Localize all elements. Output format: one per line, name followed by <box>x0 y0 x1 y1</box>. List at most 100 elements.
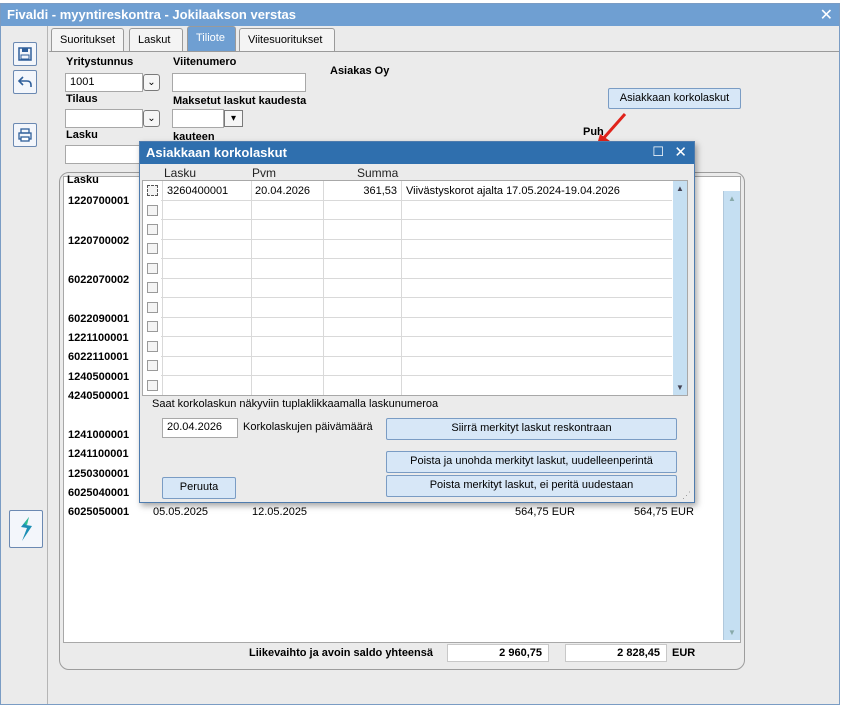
viitenumero-field[interactable] <box>172 73 306 92</box>
table-cell-date: 05.05.2025 <box>153 506 209 518</box>
total-liikevaihto: 2 960,75 <box>447 644 549 662</box>
chevron-down-icon[interactable]: ▾ <box>224 110 243 127</box>
table-row-lasku[interactable]: 1240500001 <box>68 371 129 383</box>
column-divider <box>323 181 324 395</box>
row-divider <box>161 278 672 279</box>
dialog-titlebar: Asiakkaan korkolaskut ☐ ✕ <box>140 142 694 164</box>
poista-unohda-button[interactable]: Poista ja unohda merkityt laskut, uudell… <box>386 451 677 473</box>
tab-divider <box>49 51 839 52</box>
dialog-title: Asiakkaan korkolaskut <box>146 145 287 160</box>
table-row-lasku[interactable]: 1221100001 <box>68 332 129 344</box>
tilaus-label: Tilaus <box>66 93 98 105</box>
yritystunnus-label: Yritystunnus <box>66 56 134 68</box>
dialog-row-lasku[interactable]: 3260400001 <box>167 185 228 197</box>
chevron-down-icon[interactable]: ⌄ <box>143 110 160 127</box>
left-toolbar <box>1 26 48 704</box>
row-divider <box>161 356 672 357</box>
window-title: Fivaldi - myyntireskontra - Jokilaakson … <box>7 7 297 22</box>
total-currency: EUR <box>672 647 696 659</box>
dialog-header-pvm: Pvm <box>252 166 276 180</box>
dialog-header-lasku: Lasku <box>164 166 197 180</box>
table-header-lasku: Lasku <box>67 174 99 186</box>
tab-tiliote[interactable]: Tiliote <box>187 26 236 51</box>
viitenumero-label: Viitenumero <box>173 56 237 68</box>
close-icon[interactable]: ✕ <box>674 143 687 161</box>
dialog-row-summa: 361,53 <box>363 185 397 197</box>
korkolaskut-dialog: Asiakkaan korkolaskut ☐ ✕ Lasku Pvm Summ… <box>139 141 695 503</box>
table-row-lasku[interactable]: 6025050001 <box>68 506 129 518</box>
table-row-lasku[interactable]: 1241000001 <box>68 429 129 441</box>
table-row-lasku[interactable]: 1250300001 <box>68 468 129 480</box>
row-checkbox[interactable] <box>147 243 158 254</box>
dialog-scrollbar[interactable]: ▲ ▼ <box>673 181 687 395</box>
window-titlebar: Fivaldi - myyntireskontra - Jokilaakson … <box>1 4 839 26</box>
row-checkbox[interactable] <box>147 185 158 196</box>
column-divider <box>162 181 163 395</box>
table-row-lasku[interactable]: 6022070002 <box>68 274 129 286</box>
korkolasku-date-field[interactable]: 20.04.2026 <box>162 418 238 438</box>
poista-button[interactable]: Poista merkityt laskut, ei peritä uudest… <box>386 475 677 497</box>
row-divider <box>161 297 672 298</box>
tab-laskut[interactable]: Laskut <box>129 28 183 51</box>
table-cell-amount: 564,75 EUR <box>634 506 694 518</box>
row-divider <box>161 336 672 337</box>
siirra-button[interactable]: Siirrä merkityt laskut reskontraan <box>386 418 677 440</box>
tab-viitesuoritukset[interactable]: Viitesuoritukset <box>239 28 335 51</box>
scroll-up-icon[interactable]: ▲ <box>676 184 684 193</box>
row-checkbox[interactable] <box>147 224 158 235</box>
maximize-icon[interactable]: ☐ <box>652 144 664 160</box>
table-row-lasku[interactable]: 6022090001 <box>68 313 129 325</box>
row-checkbox[interactable] <box>147 360 158 371</box>
scroll-up-icon[interactable]: ▲ <box>728 194 736 203</box>
print-icon[interactable] <box>13 123 37 147</box>
row-checkbox[interactable] <box>147 321 158 332</box>
korkolaskut-table: 3260400001 20.04.2026 361,53 Viivästysko… <box>142 180 688 396</box>
undo-icon[interactable] <box>13 70 37 94</box>
tab-suoritukset[interactable]: Suoritukset <box>51 28 124 51</box>
resize-grip-icon[interactable]: ⋰ <box>682 490 691 501</box>
table-row-lasku[interactable]: 6022110001 <box>68 351 129 363</box>
dialog-header-summa: Summa <box>357 166 399 180</box>
save-icon[interactable] <box>13 42 37 66</box>
row-divider <box>161 317 672 318</box>
table-cell-amount: 564,75 EUR <box>515 506 575 518</box>
close-icon[interactable]: ✕ <box>820 5 833 25</box>
app-logo-icon[interactable] <box>9 510 43 548</box>
table-row-lasku[interactable]: 1220700002 <box>68 235 129 247</box>
yritystunnus-field[interactable]: 1001 <box>65 73 143 92</box>
tilaus-field[interactable] <box>65 109 143 128</box>
date-label: Korkolaskujen päivämäärä <box>243 421 373 433</box>
row-checkbox[interactable] <box>147 380 158 391</box>
table-row-lasku[interactable]: 4240500001 <box>68 390 129 402</box>
table-row-lasku[interactable]: 1220700001 <box>68 195 129 207</box>
total-label: Liikevaihto ja avoin saldo yhteensä <box>249 647 434 659</box>
korkolaskut-button[interactable]: Asiakkaan korkolaskut <box>608 88 741 109</box>
table-row-lasku[interactable]: 1241100001 <box>68 448 129 460</box>
column-divider <box>401 181 402 395</box>
peruuta-button[interactable]: Peruuta <box>162 477 236 499</box>
row-checkbox[interactable] <box>147 282 158 293</box>
kaudesta-field[interactable] <box>172 109 224 128</box>
lasku-field[interactable] <box>65 145 143 164</box>
scroll-down-icon[interactable]: ▼ <box>728 628 736 637</box>
scroll-down-icon[interactable]: ▼ <box>676 383 684 392</box>
table-scrollbar[interactable]: ▲ ▼ <box>723 191 740 640</box>
row-checkbox[interactable] <box>147 302 158 313</box>
dialog-row-selite: Viivästyskorot ajalta 17.05.2024-19.04.2… <box>406 185 620 197</box>
row-divider <box>161 239 672 240</box>
row-divider <box>161 258 672 259</box>
total-saldo: 2 828,45 <box>565 644 667 662</box>
row-divider <box>161 375 672 376</box>
table-row-lasku[interactable]: 6025040001 <box>68 487 129 499</box>
column-divider <box>251 181 252 395</box>
row-checkbox[interactable] <box>147 341 158 352</box>
table-cell-date: 12.05.2025 <box>252 506 308 518</box>
row-divider <box>161 219 672 220</box>
row-divider <box>161 200 672 201</box>
chevron-down-icon[interactable]: ⌄ <box>143 74 160 91</box>
row-checkbox[interactable] <box>147 263 158 274</box>
lasku-label: Lasku <box>66 129 98 141</box>
dialog-row-pvm: 20.04.2026 <box>255 185 311 197</box>
row-checkbox[interactable] <box>147 205 158 216</box>
dialog-hint: Saat korkolaskun näkyviin tuplaklikkaama… <box>152 398 439 410</box>
